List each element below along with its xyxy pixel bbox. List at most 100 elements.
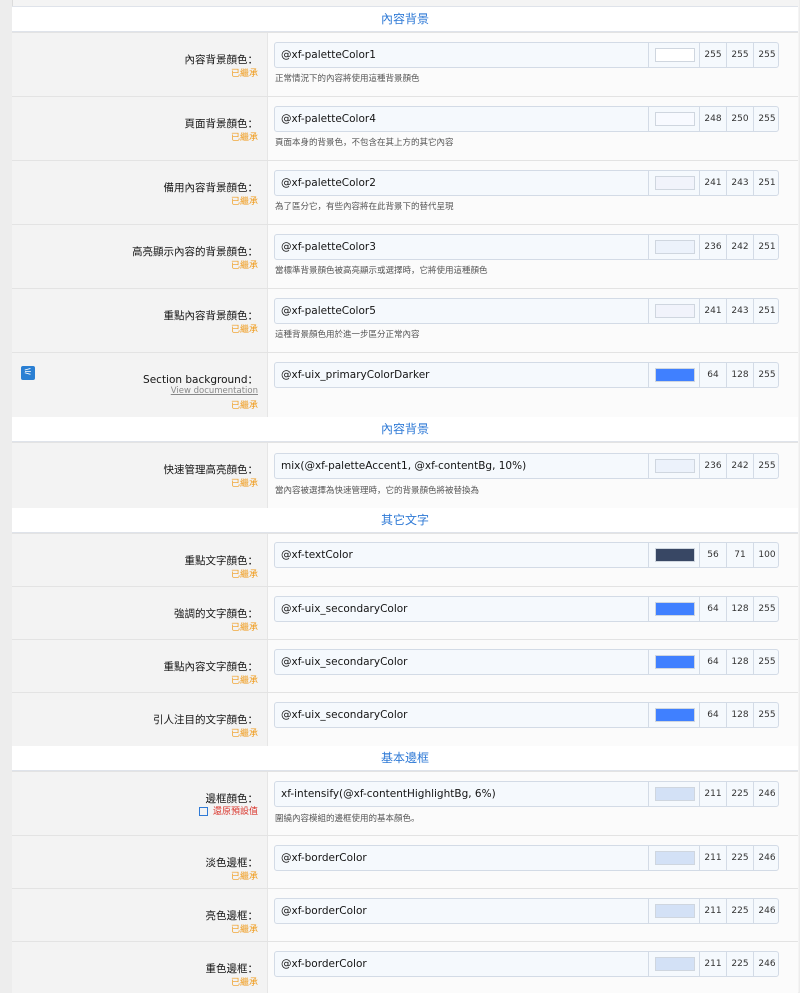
section-header: 其它文字 (12, 507, 798, 533)
red-value: 211 (699, 782, 726, 806)
red-value: 211 (699, 899, 726, 923)
blue-value: 246 (753, 899, 780, 923)
color-swatch[interactable] (655, 368, 695, 382)
revert-label: 還原預設值 (212, 807, 258, 817)
blue-value: 255 (753, 597, 780, 621)
color-swatch[interactable] (655, 304, 695, 318)
color-swatch[interactable] (655, 708, 695, 722)
color-expression[interactable]: @xf-paletteColor4 (281, 107, 376, 131)
color-picker-cell[interactable] (648, 235, 699, 259)
green-value: 128 (726, 363, 753, 387)
color-expression[interactable]: mix(@xf-paletteAccent1, @xf-contentBg, 1… (281, 454, 526, 478)
color-picker-cell[interactable] (648, 43, 699, 67)
inherited-status: 已繼承 (230, 133, 258, 143)
section-header: 內容背景 (12, 416, 798, 442)
red-value: 64 (699, 597, 726, 621)
color-expression[interactable]: xf-intensify(@xf-contentHighlightBg, 6%) (281, 782, 496, 806)
color-expression[interactable]: @xf-textColor (281, 543, 353, 567)
color-value-input[interactable]: @xf-uix_secondaryColor 64 128 255 (274, 596, 779, 622)
color-value-input[interactable]: @xf-paletteColor4 248 250 255 (274, 106, 779, 132)
blue-value: 246 (753, 952, 780, 976)
color-picker-cell[interactable] (648, 299, 699, 323)
blue-value: 255 (753, 43, 780, 67)
red-value: 64 (699, 703, 726, 727)
color-picker-cell[interactable] (648, 107, 699, 131)
property-label: 內容背景顏色： (184, 54, 259, 66)
color-value-input[interactable]: @xf-textColor 56 71 100 (274, 542, 779, 568)
color-swatch[interactable] (655, 602, 695, 616)
sliders-icon: ⚟ (21, 366, 35, 380)
green-value: 250 (726, 107, 753, 131)
color-expression[interactable]: @xf-paletteColor3 (281, 235, 376, 259)
color-value-input[interactable]: @xf-uix_primaryColorDarker 64 128 255 (274, 362, 779, 388)
red-value: 255 (699, 43, 726, 67)
color-value-input[interactable]: @xf-paletteColor2 241 243 251 (274, 170, 779, 196)
color-expression[interactable]: @xf-borderColor (281, 952, 367, 976)
color-picker-cell[interactable] (648, 782, 699, 806)
red-value: 56 (699, 543, 726, 567)
color-swatch[interactable] (655, 459, 695, 473)
color-value-input[interactable]: @xf-borderColor 211 225 246 (274, 845, 779, 871)
color-expression[interactable]: @xf-borderColor (281, 899, 367, 923)
inherited-status: 已繼承 (230, 623, 258, 633)
color-picker-cell[interactable] (648, 597, 699, 621)
view-documentation-link[interactable]: View documentation (171, 386, 258, 396)
inherited-status: 已繼承 (230, 479, 258, 489)
color-picker-cell[interactable] (648, 703, 699, 727)
property-hint: 正常情況下的內容將使用這種背景顏色 (275, 74, 420, 84)
color-picker-cell[interactable] (648, 952, 699, 976)
red-value: 211 (699, 952, 726, 976)
red-value: 236 (699, 235, 726, 259)
color-value-input[interactable]: @xf-uix_secondaryColor 64 128 255 (274, 649, 779, 675)
color-picker-cell[interactable] (648, 650, 699, 674)
revert-to-default-option[interactable]: 還原預設值 (198, 804, 258, 817)
blue-value: 100 (753, 543, 780, 567)
color-expression[interactable]: @xf-uix_secondaryColor (281, 597, 408, 621)
red-value: 248 (699, 107, 726, 131)
green-value: 242 (726, 235, 753, 259)
section-title: 其它文字 (380, 513, 429, 527)
color-swatch[interactable] (655, 176, 695, 190)
color-picker-cell[interactable] (648, 543, 699, 567)
color-swatch[interactable] (655, 48, 695, 62)
color-swatch[interactable] (655, 957, 695, 971)
section-title: 基本邊框 (380, 751, 429, 765)
color-expression[interactable]: @xf-uix_primaryColorDarker (281, 363, 430, 387)
color-expression[interactable]: @xf-borderColor (281, 846, 367, 870)
inherited-status: 已繼承 (230, 925, 258, 935)
color-value-input[interactable]: xf-intensify(@xf-contentHighlightBg, 6%)… (274, 781, 779, 807)
color-value-input[interactable]: @xf-borderColor 211 225 246 (274, 951, 779, 977)
color-value-input[interactable]: @xf-uix_secondaryColor 64 128 255 (274, 702, 779, 728)
color-value-input[interactable]: @xf-borderColor 211 225 246 (274, 898, 779, 924)
color-picker-cell[interactable] (648, 363, 699, 387)
color-swatch[interactable] (655, 851, 695, 865)
green-value: 243 (726, 171, 753, 195)
color-expression[interactable]: @xf-paletteColor5 (281, 299, 376, 323)
color-expression[interactable]: @xf-uix_secondaryColor (281, 703, 408, 727)
color-swatch[interactable] (655, 112, 695, 126)
color-value-input[interactable]: @xf-paletteColor5 241 243 251 (274, 298, 779, 324)
color-picker-cell[interactable] (648, 846, 699, 870)
color-expression[interactable]: @xf-uix_secondaryColor (281, 650, 408, 674)
property-label: Section background： (143, 374, 258, 386)
blue-value: 255 (753, 650, 780, 674)
property-label: 頁面背景顏色： (184, 118, 259, 130)
inherited-status: 已繼承 (230, 729, 258, 739)
color-expression[interactable]: @xf-paletteColor2 (281, 171, 376, 195)
color-swatch[interactable] (655, 787, 695, 801)
color-expression[interactable]: @xf-paletteColor1 (281, 43, 376, 67)
color-swatch[interactable] (655, 240, 695, 254)
revert-checkbox[interactable] (198, 807, 208, 816)
color-swatch[interactable] (655, 904, 695, 918)
color-value-input[interactable]: @xf-paletteColor1 255 255 255 (274, 42, 779, 68)
color-picker-cell[interactable] (648, 171, 699, 195)
red-value: 241 (699, 299, 726, 323)
green-value: 71 (726, 543, 753, 567)
color-value-input[interactable]: @xf-paletteColor3 236 242 251 (274, 234, 779, 260)
color-swatch[interactable] (655, 655, 695, 669)
color-swatch[interactable] (655, 548, 695, 562)
red-value: 64 (699, 650, 726, 674)
color-picker-cell[interactable] (648, 454, 699, 478)
color-value-input[interactable]: mix(@xf-paletteAccent1, @xf-contentBg, 1… (274, 453, 779, 479)
color-picker-cell[interactable] (648, 899, 699, 923)
